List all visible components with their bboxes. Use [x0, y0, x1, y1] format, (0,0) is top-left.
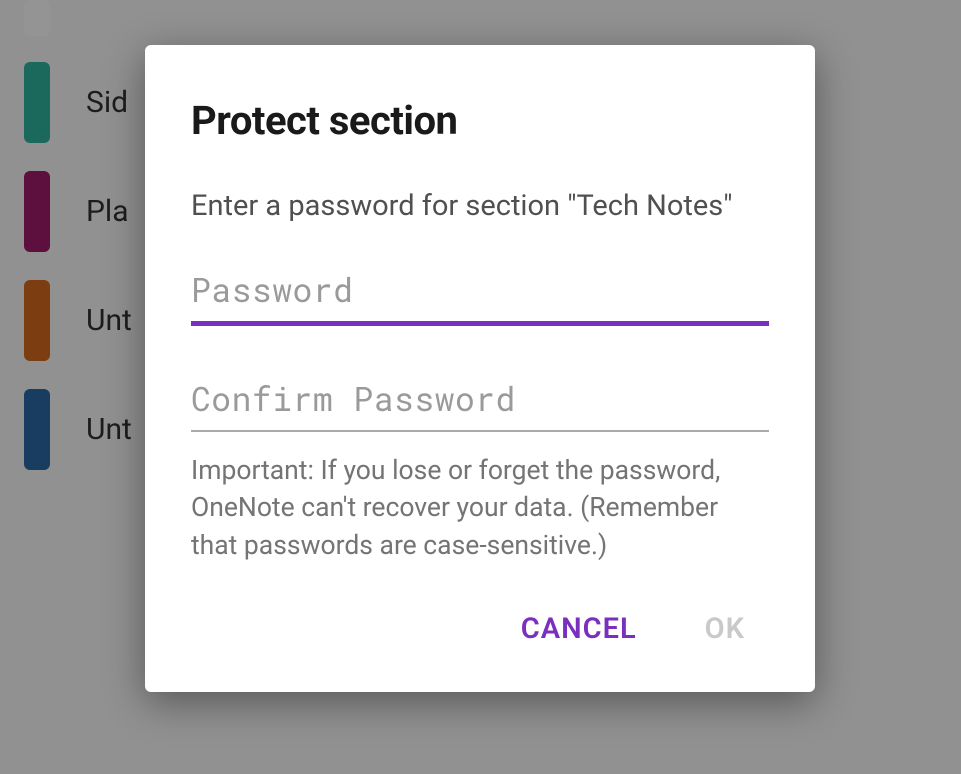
dialog-actions: CANCEL OK — [191, 604, 769, 664]
ok-button[interactable]: OK — [701, 604, 749, 654]
password-input[interactable] — [191, 261, 769, 326]
dialog-prompt: Enter a password for section "Tech Notes… — [191, 186, 769, 227]
dialog-title: Protect section — [191, 97, 769, 144]
protect-section-dialog: Protect section Enter a password for sec… — [145, 45, 815, 692]
cancel-button[interactable]: CANCEL — [517, 604, 641, 654]
dialog-warning: Important: If you lose or forget the pas… — [191, 452, 769, 565]
confirm-password-input[interactable] — [191, 370, 769, 432]
